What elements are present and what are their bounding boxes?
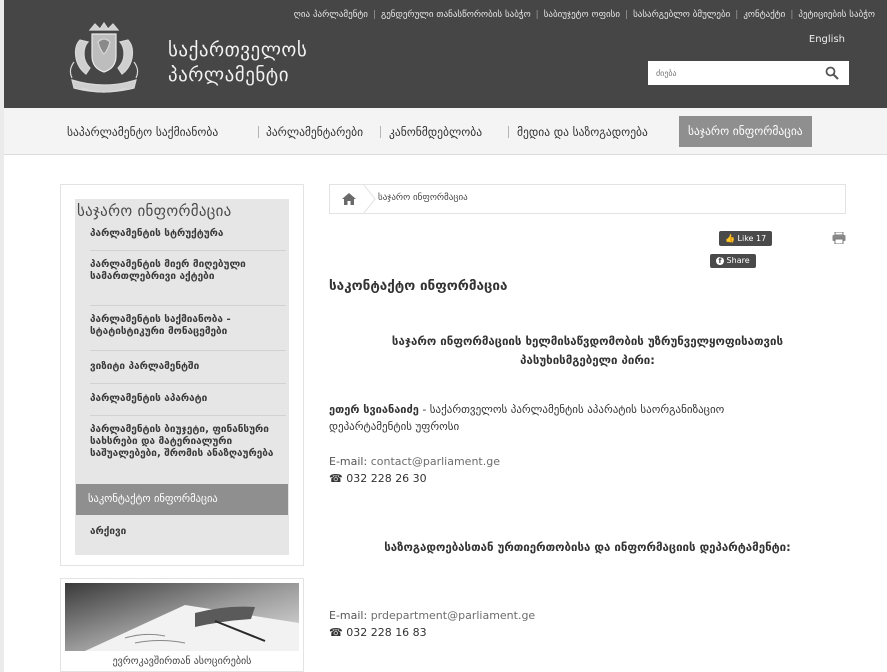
sidebar-item-staff[interactable]: პარლამენტის აპარატი	[90, 393, 285, 405]
search-box	[648, 61, 849, 86]
facebook-share-button[interactable]: f Share	[710, 254, 756, 268]
phone-icon: ☎	[329, 626, 343, 639]
sidebar-divider	[90, 305, 286, 306]
sidebar-divider	[90, 415, 286, 416]
thumbs-up-icon: 👍	[725, 234, 735, 243]
sidebar-title: საჯარო ინფორმაცია	[77, 202, 232, 220]
sidebar-item-structure[interactable]: პარლამენტის სტრუქტურა	[90, 228, 285, 240]
phone-number: 032 228 16 83	[346, 626, 427, 639]
sidebar-divider	[90, 250, 286, 251]
print-icon[interactable]	[832, 232, 846, 244]
email-label: E-mail:	[329, 609, 368, 622]
nav-separator	[508, 126, 509, 138]
sidebar-item-contact-info[interactable]: საკონტაქტო ინფორმაცია	[76, 484, 288, 515]
responsible-person-heading: საჯარო ინფორმაციის ხელმისაწვდომობის უზრუ…	[329, 332, 846, 370]
nav-item-media-society[interactable]: მედია და საზოგადოება	[517, 108, 648, 154]
coat-of-arms-logo[interactable]	[60, 22, 148, 98]
site-header: ღია პარლამენტი | გენდერული თანასწორობის სა…	[4, 0, 887, 108]
responsible-person-heading-line2: პასუხისმგებელი პირი:	[520, 353, 655, 367]
toplink-open-parliament[interactable]: ღია პარლამენტი	[294, 10, 368, 20]
toplink-petitions-council[interactable]: პეტიციების საბჭო	[798, 10, 875, 20]
language-switch-link[interactable]: English	[809, 34, 845, 45]
sidebar-item-legal-acts[interactable]: პარლამენტის მიერ მიღებული სამართლებრივი …	[90, 259, 280, 283]
search-input[interactable]	[654, 61, 818, 86]
breadcrumb-chevron-icon	[364, 185, 376, 213]
facebook-icon: f	[716, 257, 724, 265]
site-title-line2: პარლამენტი	[168, 64, 290, 86]
facebook-like-button[interactable]: 👍 Like 17	[719, 231, 773, 246]
like-count: 17	[756, 234, 767, 243]
like-label: Like	[737, 234, 754, 243]
phone-number: 032 228 26 30	[346, 472, 427, 485]
sidebar-item-budget[interactable]: პარლამენტის ბიუჯეტი, ფინანსური სახსრები …	[90, 424, 280, 460]
site-title[interactable]: საქართველოს პარლამენტი	[168, 38, 307, 88]
contact-block-2: E-mail: prdepartment@parliament.ge ☎ 032…	[329, 607, 846, 641]
toplink-separator: |	[790, 10, 794, 20]
search-icon[interactable]	[825, 66, 839, 80]
toplink-separator: |	[372, 10, 376, 20]
sidebar-item-statistics[interactable]: პარლამენტის საქმიანობა - სტატისტიკური მო…	[90, 314, 280, 338]
email-link-prdepartment[interactable]: prdepartment@parliament.ge	[371, 609, 536, 622]
person-name: ეთერ სვიანაიძე	[329, 403, 419, 416]
breadcrumb: საჯარო ინფორმაცია	[329, 184, 846, 214]
person-role: - საქართველოს პარლამენტის აპარატის საორგ…	[418, 403, 725, 416]
nav-separator	[380, 126, 381, 138]
sidebar-item-archive[interactable]: არქივი	[90, 526, 285, 538]
email-link-contact[interactable]: contact@parliament.ge	[371, 455, 500, 468]
share-label: Share	[726, 256, 750, 265]
pr-department-heading: საზოგადოებასთან ურთიერთობისა და ინფორმაც…	[384, 540, 791, 554]
phone-icon: ☎	[329, 472, 343, 485]
toplink-budget-office[interactable]: საბიუჯეტო ოფისი	[544, 10, 620, 20]
person-role-line2: დეპარტამენტის უფროსი	[329, 420, 460, 433]
responsible-person-info: ეთერ სვიანაიძე - საქართველოს პარლამენტის…	[329, 401, 846, 435]
nav-separator	[258, 126, 259, 138]
contact-block-1: E-mail: contact@parliament.ge ☎ 032 228 …	[329, 453, 846, 487]
nav-item-parliamentary-activity[interactable]: საპარლამენტო საქმიანობა	[67, 108, 218, 154]
sidebar-divider	[90, 350, 286, 351]
toplink-gender-council[interactable]: გენდერული თანასწორობის საბჭო	[381, 10, 531, 20]
breadcrumb-current: საჯარო ინფორმაცია	[378, 193, 468, 203]
home-icon[interactable]	[342, 193, 356, 205]
main-navigation: საპარლამენტო საქმიანობა პარლამენტარები კ…	[4, 108, 887, 155]
nav-item-legislation[interactable]: კანონმდებლობა	[389, 108, 482, 154]
toplink-useful-links[interactable]: სასარგებლო ბმულები	[633, 10, 730, 20]
sidebar-item-visit[interactable]: ვიზიტი პარლამენტში	[90, 361, 285, 373]
eu-association-banner[interactable]: ევროკავშირთან ასოცირების	[60, 578, 304, 672]
responsible-person-heading-line1: საჯარო ინფორმაციის ხელმისაწვდომობის უზრუ…	[391, 334, 784, 348]
email-label: E-mail:	[329, 455, 368, 468]
site-title-line1: საქართველოს	[168, 39, 308, 61]
toplink-separator: |	[535, 10, 539, 20]
nav-item-public-information[interactable]: საჯარო ინფორმაცია	[679, 116, 812, 147]
sidebar-divider	[90, 383, 286, 384]
page-title: საკონტაქტო ინფორმაცია	[329, 278, 508, 294]
toplink-separator: |	[625, 10, 629, 20]
nav-item-mps[interactable]: პარლამენტარები	[266, 108, 363, 154]
signing-document-image	[65, 583, 299, 651]
top-links: ღია პარლამენტი | გენდერული თანასწორობის სა…	[294, 10, 875, 20]
banner-caption: ევროკავშირთან ასოცირების	[112, 656, 252, 667]
toplink-separator: |	[735, 10, 739, 20]
toplink-contact[interactable]: კონტაქტი	[743, 10, 785, 20]
